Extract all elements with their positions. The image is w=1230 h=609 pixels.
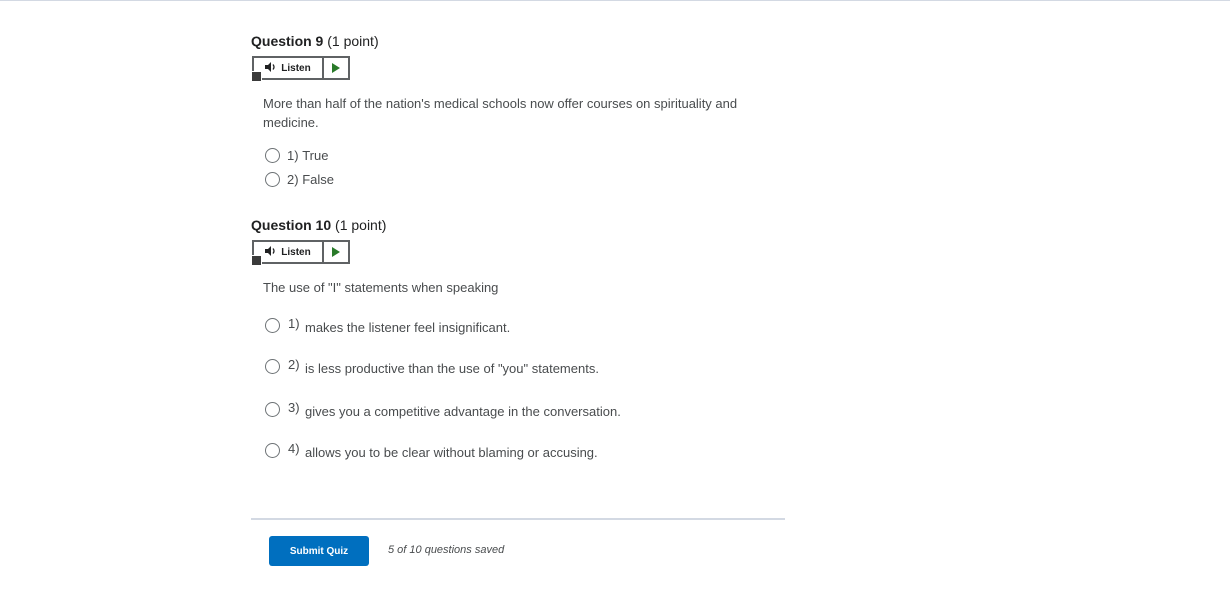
radio-button[interactable]: [265, 359, 280, 374]
option-number: 1): [288, 316, 300, 331]
answer-option[interactable]: 1) True: [265, 148, 328, 163]
radio-button[interactable]: [265, 148, 280, 163]
play-button[interactable]: [324, 242, 348, 262]
radio-button[interactable]: [265, 318, 280, 333]
readspeaker-badge-icon: [251, 71, 262, 82]
option-number: 2): [288, 357, 300, 372]
option-number: 2): [287, 172, 299, 187]
listen-button[interactable]: Listen: [251, 242, 324, 266]
question-points: (1 point): [327, 33, 379, 49]
question-title: Question 10 (1 point): [251, 216, 386, 234]
option-number: 3): [288, 400, 300, 415]
listen-widget: Listen: [251, 56, 350, 82]
option-number: 4): [288, 441, 300, 456]
submit-quiz-button[interactable]: Submit Quiz: [269, 536, 369, 566]
question-points: (1 point): [335, 217, 387, 233]
play-icon: [332, 63, 340, 73]
radio-button[interactable]: [265, 172, 280, 187]
question-title: Question 9 (1 point): [251, 32, 379, 50]
option-text: gives you a competitive advantage in the…: [305, 404, 621, 419]
listen-button[interactable]: Listen: [251, 58, 324, 82]
question-text: The use of "I" statements when speaking: [263, 280, 499, 295]
answer-option[interactable]: 2) False: [265, 172, 334, 187]
bottom-divider: [251, 518, 785, 520]
option-text: False: [302, 172, 334, 187]
listen-label: Listen: [281, 62, 311, 74]
option-text: is less productive than the use of "you"…: [305, 361, 599, 376]
play-button[interactable]: [324, 58, 348, 78]
question-number: Question 9: [251, 33, 324, 49]
speaker-icon: [265, 61, 277, 75]
question-10: Question 10 (1 point) Listen The use of …: [251, 216, 621, 460]
radio-button[interactable]: [265, 443, 280, 458]
question-text: More than half of the nation's medical s…: [263, 96, 738, 130]
speaker-icon: [265, 245, 277, 259]
option-text: True: [302, 148, 329, 163]
listen-widget: Listen: [251, 240, 350, 266]
top-divider: [0, 0, 1230, 1]
saved-status: 5 of 10 questions saved: [388, 544, 505, 556]
radio-button[interactable]: [265, 402, 280, 417]
play-icon: [332, 247, 340, 257]
option-text: makes the listener feel insignificant.: [305, 320, 511, 335]
listen-label: Listen: [281, 246, 311, 258]
readspeaker-badge-icon: [251, 255, 262, 266]
question-number: Question 10: [251, 217, 332, 233]
question-9: Question 9 (1 point) Listen More than ha…: [251, 32, 737, 187]
option-text: allows you to be clear without blaming o…: [305, 445, 598, 460]
option-number: 1): [287, 148, 299, 163]
